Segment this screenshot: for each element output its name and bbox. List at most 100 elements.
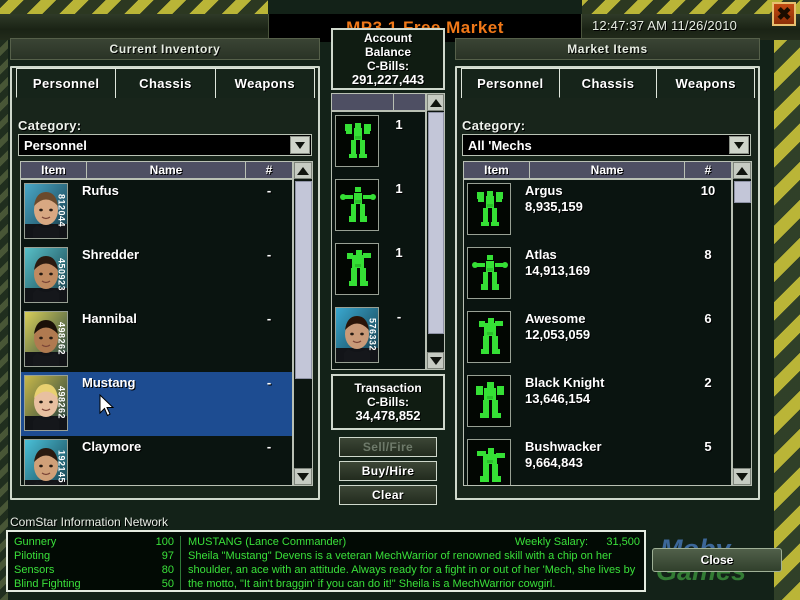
sell-fire-button[interactable]: Sell/Fire — [339, 437, 437, 457]
scroll-down-icon[interactable] — [427, 352, 444, 369]
inventory-scrollbar[interactable] — [293, 161, 313, 486]
tab-label: Personnel — [477, 76, 544, 91]
market-category-value: All 'Mechs — [468, 137, 532, 153]
stat-row: Sensors 80 — [14, 563, 174, 577]
cart-row[interactable]: 1 — [332, 176, 425, 240]
chevron-down-icon[interactable] — [290, 136, 310, 154]
column-qty: # — [265, 163, 273, 177]
personnel-name: Claymore — [82, 439, 142, 454]
inventory-row[interactable]: 498262 Hannibal - — [21, 308, 292, 372]
scrollbar-thumb[interactable] — [428, 112, 444, 334]
avatar: 192145 — [24, 439, 68, 485]
avatar: 498262 — [24, 311, 68, 367]
cart-row[interactable]: 1 — [332, 240, 425, 304]
stat-value: 97 — [161, 550, 174, 562]
stats-list: Gunnery 100 Piloting 97 Sensors 80 Blind Fight… — [14, 535, 174, 591]
account-label-3: C-Bills: — [367, 59, 409, 73]
mech-thumbnail — [467, 183, 511, 235]
scroll-up-icon[interactable] — [427, 94, 444, 111]
description-header: MUSTANG (Lance Commander) Weekly Salary:… — [188, 535, 640, 549]
stat-label: Blind Fighting — [14, 578, 81, 590]
transaction-label-1: Transaction — [354, 381, 422, 395]
personnel-id: 450923 — [56, 258, 67, 292]
market-row[interactable]: Argus 8,935,159 10 — [464, 180, 731, 244]
close-button-label: Close — [700, 553, 734, 567]
market-item-name: Bushwacker 9,664,843 — [511, 439, 685, 471]
scroll-down-icon[interactable] — [733, 468, 751, 485]
scroll-up-icon[interactable] — [733, 162, 751, 179]
market-row[interactable]: Black Knight 13,646,154 2 — [464, 372, 731, 436]
market-row[interactable]: Awesome 12,053,059 6 — [464, 308, 731, 372]
market-item-name: Awesome 12,053,059 — [511, 311, 685, 343]
transaction-label-2: C-Bills: — [367, 395, 409, 409]
inventory-panel-title: Current Inventory — [10, 38, 320, 60]
inventory-tab-weapons[interactable]: Weapons — [214, 68, 315, 98]
close-button[interactable]: Close — [652, 548, 782, 572]
cart-column-item — [332, 94, 394, 110]
scrollbar-thumb[interactable] — [295, 181, 312, 379]
mouse-cursor — [99, 393, 115, 418]
market-panel-title: Market Items — [455, 38, 760, 60]
account-label-1: Account — [364, 31, 412, 45]
inventory-tab-chassis[interactable]: Chassis — [115, 68, 216, 98]
market-tab-weapons[interactable]: Weapons — [656, 68, 756, 98]
avatar: 450923 — [24, 247, 68, 303]
cart-list[interactable]: 1 1 1 576332 - — [331, 111, 426, 370]
cart-row[interactable]: 1 — [332, 112, 425, 176]
inventory-row[interactable]: 450923 Shredder - — [21, 244, 292, 308]
inventory-row[interactable]: 192145 Claymore - — [21, 436, 292, 485]
column-name: Name — [87, 162, 246, 178]
market-tab-personnel[interactable]: Personnel — [461, 68, 560, 98]
scroll-up-icon[interactable] — [294, 162, 312, 179]
market-scrollbar[interactable] — [732, 161, 752, 486]
cart-scrollbar[interactable] — [426, 93, 445, 370]
personnel-id: 812044 — [56, 194, 67, 228]
tab-label: Weapons — [675, 76, 736, 91]
cart-row[interactable]: 576332 - — [332, 304, 425, 368]
stat-label: Piloting — [14, 550, 51, 562]
market-item-qty: 10 — [700, 183, 716, 198]
inventory-category-value: Personnel — [24, 137, 87, 153]
tab-label: Chassis — [581, 75, 635, 91]
market-item-qty: 2 — [704, 375, 712, 390]
inventory-tab-personnel[interactable]: Personnel — [16, 68, 117, 98]
stat-label: Gunnery — [14, 536, 57, 548]
unit-name: MUSTANG (Lance Commander) — [188, 536, 347, 548]
market-item-qty: 6 — [704, 311, 712, 326]
close-x-icon[interactable]: ✖ — [772, 2, 796, 26]
inventory-list[interactable]: 812044 Rufus - 450923 Shredder - 498262 Hanniba… — [20, 179, 293, 486]
scrollbar-thumb[interactable] — [734, 181, 751, 203]
market-row[interactable]: Bushwacker 9,664,843 5 — [464, 436, 731, 485]
market-item-price: 9,664,843 — [525, 455, 583, 470]
personnel-qty: - — [266, 311, 272, 326]
market-item-qty: 5 — [704, 439, 712, 454]
avatar: 498262 — [24, 375, 68, 431]
clear-button[interactable]: Clear — [339, 485, 437, 505]
cart-list-header — [331, 93, 426, 111]
market-category-dropdown[interactable]: All 'Mechs — [462, 134, 751, 156]
hazard-stripe-right — [774, 14, 800, 600]
personnel-name: Rufus — [82, 183, 119, 198]
button-label: Clear — [371, 488, 405, 502]
buy-hire-button[interactable]: Buy/Hire — [339, 461, 437, 481]
scroll-down-icon[interactable] — [294, 468, 312, 485]
inventory-row[interactable]: 812044 Rufus - — [21, 180, 292, 244]
inventory-row[interactable]: 498262 Mustang - — [21, 372, 292, 436]
personnel-qty: - — [266, 183, 272, 198]
market-item-name: Black Knight 13,646,154 — [511, 375, 685, 407]
market-list[interactable]: Argus 8,935,159 10 Atlas 14,913,169 8 Awesome 1… — [463, 179, 732, 486]
mech-thumbnail — [467, 375, 511, 427]
system-clock: 12:47:37 AM 11/26/2010 — [592, 18, 738, 33]
personnel-name: Hannibal — [82, 311, 137, 326]
market-row[interactable]: Atlas 14,913,169 8 — [464, 244, 731, 308]
market-item-price: 8,935,159 — [525, 199, 583, 214]
inventory-category-dropdown[interactable]: Personnel — [18, 134, 312, 156]
account-label-2: Balance — [364, 45, 412, 59]
market-item-price: 13,646,154 — [525, 391, 591, 406]
stat-value: 50 — [161, 578, 174, 590]
personnel-id: 576332 — [367, 318, 378, 352]
market-tab-chassis[interactable]: Chassis — [558, 68, 658, 98]
chevron-down-icon[interactable] — [729, 136, 749, 154]
mech-thumbnail — [335, 179, 379, 231]
inventory-list-header: Item Name # — [20, 161, 293, 179]
